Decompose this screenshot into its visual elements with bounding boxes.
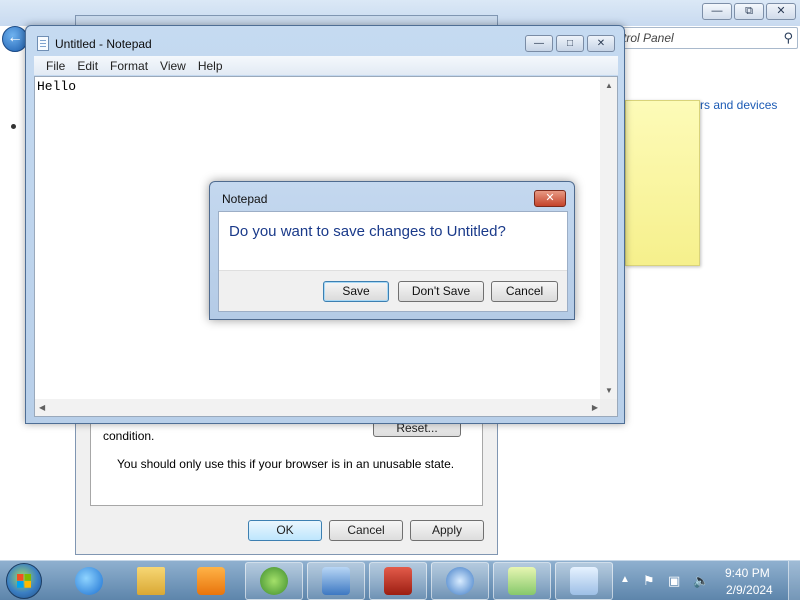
menu-help[interactable]: Help (192, 59, 229, 73)
show-desktop-button[interactable] (788, 561, 800, 600)
close-button[interactable]: ✕ (766, 3, 796, 20)
taskbar-item-windows-app[interactable] (245, 562, 303, 600)
taskbar-item-sticky-notes[interactable] (493, 562, 551, 600)
menu-edit[interactable]: Edit (71, 59, 104, 73)
maximize-button[interactable]: □ (556, 35, 584, 52)
taskbar: ▲ ⚑ ▣ 🔈 9:40 PM 2/9/2024 (0, 560, 800, 600)
windows-icon (260, 567, 288, 595)
minimize-button[interactable]: — (702, 3, 732, 20)
dialog-body: Do you want to save changes to Untitled?… (218, 211, 568, 312)
volume-muted-icon[interactable]: 🔈 (693, 573, 709, 589)
folder-icon (137, 567, 165, 595)
notepad-icon (37, 36, 49, 51)
vertical-scrollbar[interactable]: ▲ ▼ (600, 77, 617, 399)
menu-format[interactable]: Format (104, 59, 154, 73)
ok-button[interactable]: OK (248, 520, 322, 541)
save-button[interactable]: Save (323, 281, 389, 302)
control-panel-icon (322, 567, 350, 595)
menu-view[interactable]: View (154, 59, 192, 73)
dialog-message: Do you want to save changes to Untitled? (229, 223, 506, 240)
taskbar-item-explorer[interactable] (122, 562, 180, 600)
dont-save-button[interactable]: Don't Save (398, 281, 484, 302)
minimize-button[interactable]: — (525, 35, 553, 52)
menu-file[interactable]: File (40, 59, 71, 73)
window-title: Untitled - Notepad (55, 37, 152, 51)
horizontal-scrollbar[interactable]: ◀ ▶ (35, 399, 602, 416)
show-hidden-icons-icon[interactable]: ▲ (620, 574, 630, 585)
sticky-note[interactable] (625, 100, 700, 266)
notepad-caption-buttons: — □ ✕ (525, 35, 615, 52)
scroll-up-icon[interactable]: ▲ (605, 81, 613, 90)
control-panel-caption-buttons: — ⧉ ✕ (702, 3, 796, 20)
apply-button[interactable]: Apply (410, 520, 484, 541)
scroll-down-icon[interactable]: ▼ (605, 386, 613, 395)
task-icon (446, 567, 474, 595)
address-bar[interactable]: trol Panel ⚲ (600, 27, 798, 49)
devices-link[interactable]: rs and devices (700, 98, 777, 112)
dialog-footer: Save Don't Save Cancel (219, 270, 567, 311)
media-icon (197, 567, 225, 595)
bullet-icon (11, 124, 16, 129)
search-icon[interactable]: ⚲ (783, 30, 793, 46)
warning-text: You should only use this if your browser… (117, 457, 455, 471)
close-icon[interactable]: ✕ (534, 190, 566, 207)
taskbar-item-media-player[interactable] (182, 562, 240, 600)
ie-icon (75, 567, 103, 595)
menu-bar: File Edit Format View Help (34, 56, 618, 75)
address-text: trol Panel (623, 31, 674, 45)
taskbar-item-task-scheduler[interactable] (431, 562, 489, 600)
clock-date[interactable]: 2/9/2024 (726, 583, 773, 597)
clock-time[interactable]: 9:40 PM (725, 566, 770, 580)
save-changes-dialog: Notepad ✕ Do you want to save changes to… (209, 181, 575, 320)
taskbar-item-internet-explorer[interactable] (60, 562, 118, 600)
size-grip (600, 399, 617, 416)
cancel-button[interactable]: Cancel (491, 281, 558, 302)
taskbar-item-toolbox[interactable] (369, 562, 427, 600)
network-icon[interactable]: ▣ (668, 573, 680, 589)
condition-text: condition. (103, 429, 155, 443)
action-center-flag-icon[interactable]: ⚑ (643, 573, 655, 589)
cancel-button[interactable]: Cancel (329, 520, 403, 541)
sticky-notes-icon (508, 567, 536, 595)
start-button[interactable] (6, 563, 42, 599)
scroll-left-icon[interactable]: ◀ (39, 403, 45, 412)
editor-content: Hello (37, 79, 77, 94)
taskbar-item-notepad[interactable] (555, 562, 613, 600)
taskbar-item-control-panel[interactable] (307, 562, 365, 600)
close-button[interactable]: ✕ (587, 35, 615, 52)
dialog-title: Notepad (222, 192, 268, 206)
toolbox-icon (384, 567, 412, 595)
restore-button[interactable]: ⧉ (734, 3, 764, 20)
notepad-icon (570, 567, 598, 595)
scroll-right-icon[interactable]: ▶ (592, 403, 598, 412)
